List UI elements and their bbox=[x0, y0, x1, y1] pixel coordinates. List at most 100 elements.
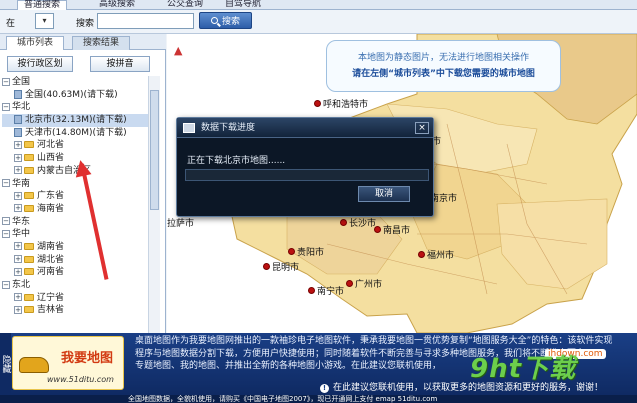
expand-icon[interactable]: + bbox=[14, 293, 22, 302]
city-marker bbox=[314, 100, 321, 107]
by-region-button[interactable]: 按行政区划 bbox=[7, 56, 73, 72]
collapse-icon[interactable]: − bbox=[2, 102, 10, 111]
download-status-text: 正在下载北京市地图...... bbox=[187, 156, 286, 166]
left-tabs: 城市列表 搜索结果 bbox=[0, 34, 166, 50]
tree-scrollbar[interactable] bbox=[148, 76, 160, 333]
collapse-icon[interactable]: − bbox=[2, 229, 10, 238]
tree-province[interactable]: + 广东省 bbox=[2, 190, 148, 203]
city-label: 南宁市 bbox=[317, 287, 345, 297]
tab-normal-search[interactable]: 普通搜索 bbox=[17, 0, 68, 10]
tree-province[interactable]: + 河南省 bbox=[2, 266, 148, 279]
cancel-button[interactable]: 取消 bbox=[358, 186, 410, 202]
tree-label: 湖南省 bbox=[37, 241, 65, 252]
tree-label: 山西省 bbox=[37, 153, 65, 164]
tree-label: 华北 bbox=[12, 102, 31, 113]
tree-label: 河南省 bbox=[37, 267, 65, 278]
search-input[interactable] bbox=[97, 13, 194, 29]
dialog-title-bar[interactable]: 数据下载进度 bbox=[177, 118, 433, 138]
folder-icon bbox=[24, 268, 34, 276]
tree-group[interactable]: − 东北 bbox=[2, 279, 148, 292]
in-label: 在 bbox=[6, 19, 16, 29]
tree-label: 全国 bbox=[12, 77, 31, 87]
folder-icon bbox=[24, 166, 34, 174]
tree-province[interactable]: + 湖南省 bbox=[2, 241, 148, 254]
scrollbar-thumb[interactable] bbox=[150, 90, 159, 210]
tree-province[interactable]: + 河北省 bbox=[2, 139, 148, 152]
map-tip-bubble: 本地图为静态图片，无法进行地图相关操作 请在左侧“城市列表”中下载您需要的城市地… bbox=[326, 40, 561, 92]
city-marker bbox=[308, 287, 315, 294]
tree-label: 河北省 bbox=[37, 140, 65, 151]
collapse-icon[interactable]: − bbox=[2, 77, 10, 86]
logo-url: www.51ditu.com bbox=[47, 375, 114, 384]
window-icon bbox=[183, 123, 195, 133]
city-label: 南京市 bbox=[430, 194, 458, 204]
folder-icon bbox=[24, 242, 34, 250]
tree-label: 北京市(32.13M)(请下载) bbox=[25, 115, 127, 126]
tree-city-map[interactable]: 北京市(32.13M)(请下载) bbox=[2, 114, 148, 127]
city-label: 昆明市 bbox=[272, 263, 300, 273]
expand-icon[interactable]: + bbox=[14, 153, 22, 162]
folder-icon bbox=[24, 306, 34, 314]
tree-city-map[interactable]: 全国(40.63M)(请下载) bbox=[2, 89, 148, 102]
search-icon bbox=[210, 17, 218, 24]
tree-province[interactable]: + 海南省 bbox=[2, 203, 148, 216]
collapse-icon[interactable]: − bbox=[2, 179, 10, 187]
tree-label: 华南 bbox=[12, 178, 31, 189]
search-button[interactable]: 搜索 bbox=[199, 12, 252, 29]
tree-province[interactable]: + 湖北省 bbox=[2, 254, 148, 267]
expand-icon[interactable]: + bbox=[14, 255, 22, 264]
tree-label: 吉林省 bbox=[37, 305, 65, 316]
map-tip-line2: 请在左侧“城市列表”中下载您需要的城市地图 bbox=[352, 69, 535, 79]
51ditu-logo[interactable]: 我要地图 www.51ditu.com bbox=[12, 336, 124, 390]
dialog-close-button[interactable]: × bbox=[415, 122, 429, 134]
expand-icon[interactable]: + bbox=[14, 166, 22, 175]
tree-label: 天津市(14.80M)(请下载) bbox=[25, 127, 127, 138]
city-tree: − 全国 全国(40.63M)(请下载) − 华北 北京市(32.13M)(请下载) 天津市… bbox=[2, 76, 148, 333]
by-pinyin-button[interactable]: 按拼音 bbox=[90, 56, 150, 72]
tree-label: 全国(40.63M)(请下载) bbox=[25, 89, 118, 100]
search-button-label: 搜索 bbox=[221, 17, 240, 27]
tree-group[interactable]: − 华北 bbox=[2, 101, 148, 114]
city-label: 福州市 bbox=[427, 251, 455, 261]
map-file-icon bbox=[14, 127, 22, 137]
tab-advanced-search[interactable]: 高级搜索 bbox=[93, 0, 141, 10]
logo-title: 我要地图 bbox=[61, 351, 114, 366]
hide-banner-label: 隐藏 bbox=[0, 355, 11, 373]
tree-group[interactable]: − 华南 bbox=[2, 178, 148, 191]
folder-icon bbox=[24, 141, 34, 149]
folder-icon bbox=[24, 293, 34, 301]
tab-bus-query[interactable]: 公交查询 bbox=[161, 0, 209, 10]
tab-driving-navigation[interactable]: 自驾导航 bbox=[219, 0, 267, 10]
search-label: 搜索 bbox=[76, 19, 95, 29]
left-panel: 城市列表 搜索结果 按行政区划 按拼音 − 全国 全国(40.63M)(请下载) − 华… bbox=[0, 34, 166, 333]
tree-province[interactable]: + 吉林省 bbox=[2, 304, 148, 317]
tab-search-results[interactable]: 搜索结果 bbox=[72, 36, 131, 50]
expand-icon[interactable]: + bbox=[14, 191, 22, 200]
hide-banner-button[interactable]: 隐藏 bbox=[0, 333, 11, 395]
tree-city-map[interactable]: 天津市(14.80M)(请下载) bbox=[2, 127, 148, 140]
expand-icon[interactable]: + bbox=[14, 242, 22, 251]
expand-icon[interactable]: + bbox=[14, 204, 22, 213]
folder-icon bbox=[24, 154, 34, 162]
tree-label: 华东 bbox=[12, 216, 31, 227]
tree-province[interactable]: + 辽宁省 bbox=[2, 292, 148, 305]
expand-icon[interactable]: + bbox=[14, 267, 22, 276]
expand-icon[interactable]: + bbox=[14, 140, 22, 149]
tree-group[interactable]: − 全国 bbox=[2, 76, 148, 89]
tree-label: 广东省 bbox=[37, 191, 65, 202]
tree-group[interactable]: − 华东 bbox=[2, 216, 148, 229]
map-file-icon bbox=[14, 89, 22, 99]
city-label: 南昌市 bbox=[383, 226, 411, 236]
tree-label: 东北 bbox=[12, 280, 31, 290]
download-progress-bar bbox=[185, 169, 429, 181]
folder-icon bbox=[24, 204, 34, 212]
tab-city-list[interactable]: 城市列表 bbox=[6, 36, 65, 50]
expand-icon[interactable]: + bbox=[14, 305, 22, 314]
collapse-icon[interactable]: − bbox=[2, 280, 10, 289]
tree-group[interactable]: − 华中 bbox=[2, 228, 148, 241]
tree-label: 湖北省 bbox=[37, 254, 65, 265]
city-select[interactable]: ▾ bbox=[35, 13, 54, 29]
city-marker bbox=[346, 280, 353, 287]
north-arrow-icon: ▲ bbox=[174, 44, 183, 57]
collapse-icon[interactable]: − bbox=[2, 217, 10, 226]
